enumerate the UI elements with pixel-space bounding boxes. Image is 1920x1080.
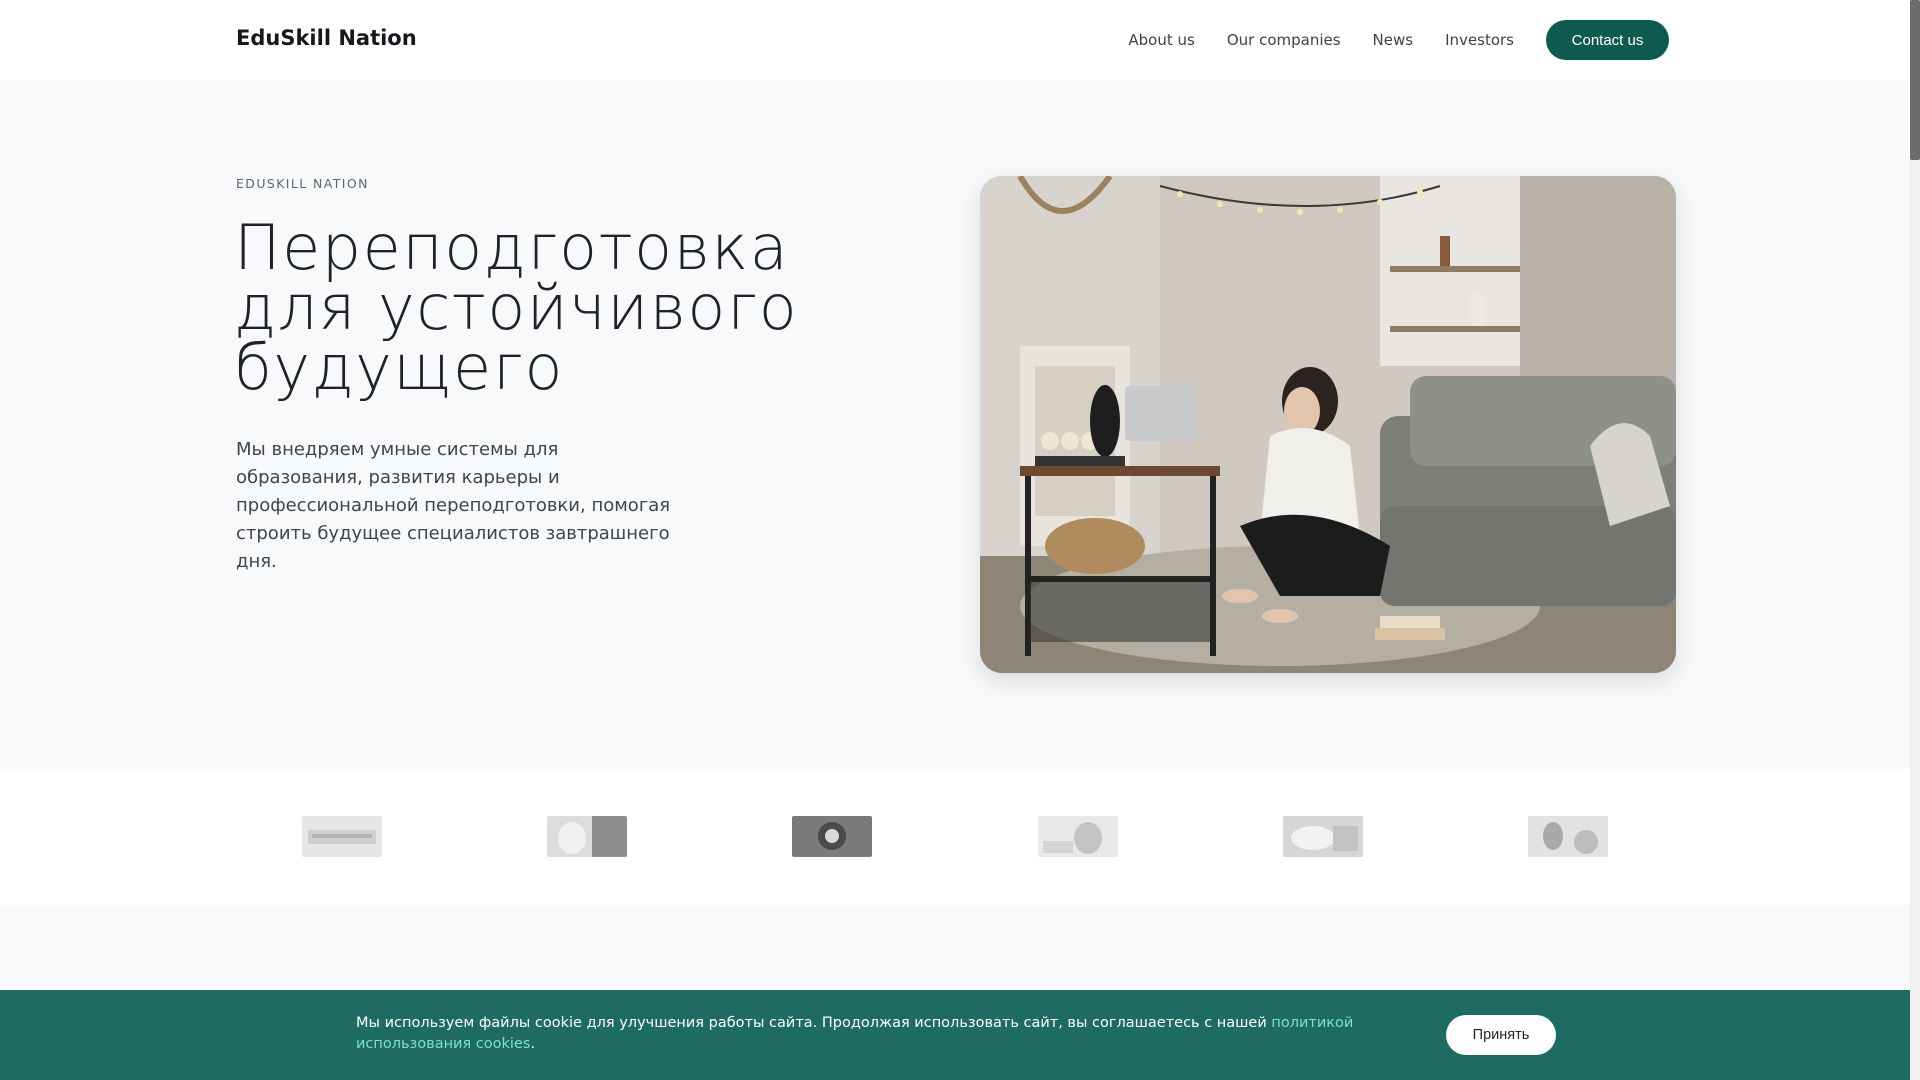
- page-scrollbar[interactable]: [1910, 0, 1920, 1080]
- main-nav: About us Our companies News Investors Co…: [1128, 20, 1669, 60]
- cookie-text: Мы используем файлы cookie для улучшения…: [356, 1015, 1272, 1031]
- nav-about-us[interactable]: About us: [1128, 20, 1194, 60]
- hero-eyebrow: EDUSKILL NATION: [236, 176, 369, 191]
- hero-section: EDUSKILL NATION Переподготовка для устой…: [0, 80, 1910, 769]
- partner-logo[interactable]: [1528, 816, 1608, 857]
- partner-logo[interactable]: [1038, 816, 1118, 857]
- hero-title-line: Переподготовка: [234, 211, 790, 284]
- cookie-message: Мы используем файлы cookie для улучшения…: [356, 1013, 1356, 1055]
- brand-logo[interactable]: EduSkill Nation: [236, 26, 417, 50]
- contact-us-button[interactable]: Contact us: [1546, 20, 1669, 60]
- hero-title-line: будущего: [234, 331, 564, 404]
- partner-logos: [0, 769, 1910, 905]
- partner-logo[interactable]: [302, 816, 382, 857]
- partner-logo[interactable]: [792, 816, 872, 857]
- cookie-suffix: .: [530, 1036, 536, 1052]
- scrollbar-thumb[interactable]: [1910, 0, 1920, 160]
- nav-investors[interactable]: Investors: [1445, 20, 1514, 60]
- hero-title-line: для устойчивого: [234, 271, 799, 344]
- cookie-banner: Мы используем файлы cookie для улучшения…: [0, 990, 1910, 1080]
- accept-cookies-button[interactable]: Принять: [1446, 1015, 1556, 1055]
- hero-description: Мы внедряем умные системы для образовани…: [236, 439, 671, 572]
- hero-title: Переподготовка для устойчивого будущего: [234, 211, 854, 404]
- nav-news[interactable]: News: [1373, 20, 1414, 60]
- nav-our-companies[interactable]: Our companies: [1227, 20, 1341, 60]
- partner-logo[interactable]: [1283, 816, 1363, 857]
- partner-logo[interactable]: [547, 816, 627, 857]
- site-header: EduSkill Nation About us Our companies N…: [0, 0, 1910, 80]
- hero-photo: [980, 176, 1676, 673]
